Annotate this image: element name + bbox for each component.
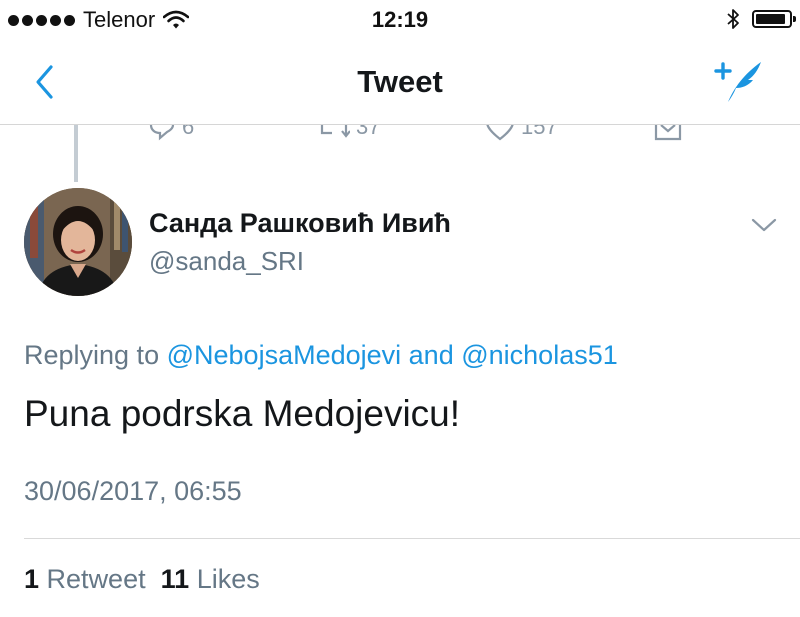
- page-title: Tweet: [357, 64, 443, 99]
- tweet-stats: 1 Retweet 11 Likes: [24, 564, 260, 595]
- replying-to-line: Replying to @NebojsaMedojevi and @nichol…: [24, 340, 618, 371]
- retweet-count: 37: [356, 125, 381, 139]
- tweet-text: Puna podrska Medojevicu!: [24, 393, 461, 434]
- status-right: [726, 8, 796, 30]
- retweet-action[interactable]: 37: [318, 125, 380, 141]
- avatar-image: [24, 188, 132, 296]
- previous-tweet-actions: 6 37 157: [0, 125, 800, 145]
- mention-joiner[interactable]: and: [409, 340, 454, 370]
- like-action[interactable]: 157: [485, 125, 558, 141]
- status-bar: Telenor 12:19: [0, 0, 800, 42]
- compose-tweet-icon[interactable]: [714, 58, 764, 104]
- replying-to-label: Replying to: [24, 340, 160, 370]
- status-time: 12:19: [371, 7, 429, 32]
- like-count: 157: [521, 125, 558, 139]
- likes-count: 11: [160, 564, 190, 594]
- thread-connector-line: [74, 125, 78, 182]
- battery-icon: [752, 10, 796, 28]
- reply-count: 6: [182, 125, 195, 139]
- avatar[interactable]: [24, 188, 132, 296]
- author-handle[interactable]: @sanda_SRI: [149, 246, 304, 277]
- chevron-down-icon[interactable]: [750, 215, 778, 235]
- reply-icon: [149, 125, 175, 141]
- reply-action[interactable]: 6: [148, 125, 194, 141]
- meta-divider: [24, 538, 800, 539]
- retweets-count: 1: [24, 564, 40, 594]
- tweet-timestamp: 30/06/2017, 06:55: [24, 476, 242, 506]
- likes-stat[interactable]: 11 Likes: [161, 564, 260, 594]
- author-name[interactable]: Санда Рашковић Ивић: [149, 208, 451, 239]
- retweets-label: Retweet: [46, 564, 146, 594]
- mention-link[interactable]: @NebojsaMedojevi: [167, 340, 402, 370]
- likes-label: Likes: [196, 564, 260, 594]
- share-action[interactable]: [652, 125, 684, 143]
- heart-icon: [486, 125, 514, 141]
- mention-link[interactable]: @nicholas51: [461, 340, 618, 370]
- retweets-stat[interactable]: 1 Retweet: [24, 564, 146, 594]
- bluetooth-icon: [727, 9, 739, 29]
- share-icon: [654, 125, 682, 141]
- retweet-icon: [320, 125, 350, 138]
- navigation-bar: Tweet: [0, 42, 800, 124]
